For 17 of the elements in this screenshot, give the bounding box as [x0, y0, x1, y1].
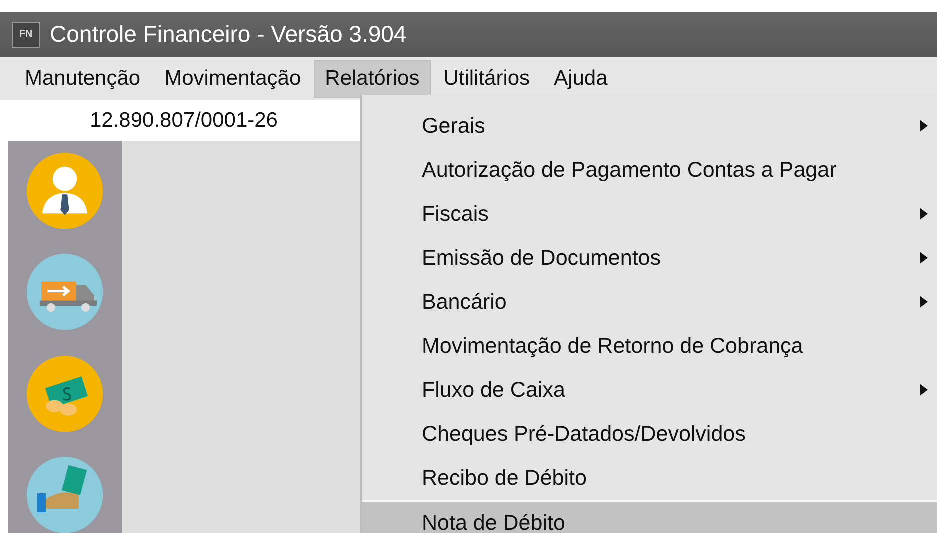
menu-item[interactable]: Ajuda — [543, 60, 619, 98]
app-logo: FN — [12, 22, 40, 48]
window-title: Controle Financeiro - Versão 3.904 — [50, 21, 407, 48]
dropdown-item[interactable]: Cheques Pré-Datados/Devolvidos — [362, 412, 937, 456]
dropdown-item[interactable]: Recibo de Débito — [362, 456, 937, 500]
menu-item[interactable]: Relatórios — [314, 60, 431, 98]
menu-item[interactable]: Utilitários — [432, 60, 542, 98]
dropdown-item[interactable]: Emissão de Documentos — [362, 236, 937, 280]
menu-item[interactable]: Manutenção — [14, 60, 152, 98]
dropdown-item[interactable]: Fiscais — [362, 192, 937, 236]
dropdown-item[interactable]: Nota de Débito — [362, 500, 937, 533]
menu-item[interactable]: Movimentação — [154, 60, 312, 98]
dropdown-item[interactable]: Fluxo de Caixa — [362, 368, 937, 412]
dropdown-item[interactable]: Gerais — [362, 104, 937, 148]
dropdown-item[interactable]: Movimentação de Retorno de Cobrança — [362, 324, 937, 368]
dropdown-item[interactable]: Autorização de Pagamento Contas a Pagar — [362, 148, 937, 192]
dropdown-item[interactable]: Bancário — [362, 280, 937, 324]
